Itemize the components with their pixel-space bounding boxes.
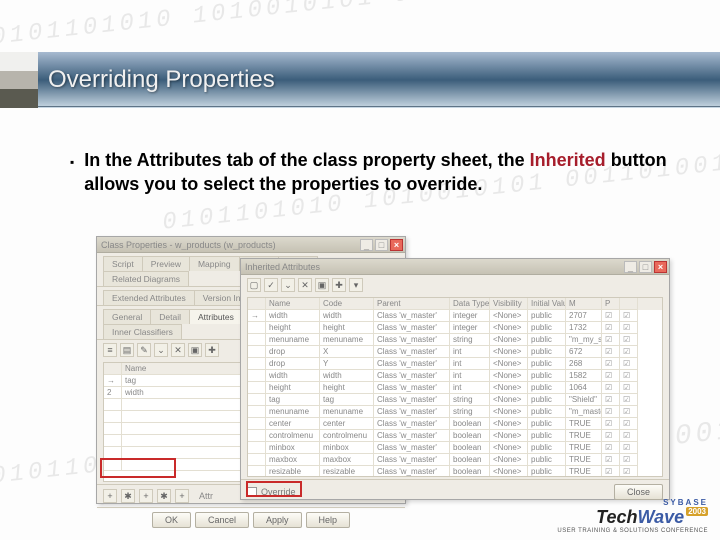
table-row[interactable]: dropXClass 'w_master'int<None>public672 [248, 346, 662, 358]
tab-preview[interactable]: Preview [142, 256, 190, 271]
table-row[interactable]: widthwidthClass 'w_master'int<None>publi… [248, 370, 662, 382]
titlebar-inherited[interactable]: Inherited Attributes _ □ × [241, 259, 669, 275]
tool-r-4[interactable]: ✕ [298, 278, 312, 292]
col-visibility: Visibility [490, 298, 528, 310]
table-row[interactable]: resizableresizableClass 'w_master'boolea… [248, 466, 662, 477]
col-name: Name [266, 298, 320, 310]
col-m: M [566, 298, 602, 310]
window-title: Class Properties - w_products (w_product… [101, 240, 276, 250]
bullet-icon: ▪ [70, 148, 74, 197]
cancel-button[interactable]: Cancel [195, 512, 249, 528]
tool-icon-2[interactable]: ▤ [120, 343, 134, 357]
tab-script[interactable]: Script [103, 256, 143, 271]
nav-btn-1[interactable]: + [103, 489, 117, 503]
bg-binary-tl: 0101101010 1010010101 0011010011 [0, 0, 579, 52]
col-code: Code [320, 298, 374, 310]
table-row[interactable]: →widthwidthClass 'w_master'integer<None>… [248, 310, 662, 322]
minimize-button[interactable]: _ [624, 261, 637, 273]
slide-title-bar: Overriding Properties [0, 52, 720, 108]
titlebar-class-props[interactable]: Class Properties - w_products (w_product… [97, 237, 405, 253]
tool-icon-1[interactable]: ≡ [103, 343, 117, 357]
table-row[interactable]: controlmenucontrolmenuClass 'w_master'bo… [248, 430, 662, 442]
table-row[interactable]: heightheightClass 'w_master'int<None>pub… [248, 382, 662, 394]
tab-inner-classifiers[interactable]: Inner Classifiers [103, 324, 182, 339]
footer-label: Attr [199, 491, 213, 501]
nav-btn-5[interactable]: + [175, 489, 189, 503]
tool-r-7[interactable]: ▾ [349, 278, 363, 292]
table-row[interactable]: centercenterClass 'w_master'boolean<None… [248, 418, 662, 430]
col-p: P [602, 298, 620, 310]
tab-attributes[interactable]: Attributes [189, 309, 243, 324]
table-row[interactable]: dropYClass 'w_master'int<None>public268 [248, 358, 662, 370]
col-datatype: Data Type [450, 298, 490, 310]
slide-title: Overriding Properties [38, 66, 275, 94]
window-title-inherited: Inherited Attributes [245, 262, 320, 272]
tab-ext-attrs[interactable]: Extended Attributes [103, 290, 195, 305]
table-row[interactable]: tagtagClass 'w_master'string<None>public… [248, 394, 662, 406]
strip-left-accent [0, 52, 38, 108]
table-row[interactable]: menunamemenunameClass 'w_master'string<N… [248, 406, 662, 418]
tab-related-diagrams[interactable]: Related Diagrams [103, 271, 189, 286]
ok-button[interactable]: OK [152, 512, 191, 528]
table-row[interactable]: heightheightClass 'w_master'integer<None… [248, 322, 662, 334]
table-row[interactable]: menunamemenunameClass 'w_master'string<N… [248, 334, 662, 346]
nav-btn-4[interactable]: ✱ [157, 489, 171, 503]
toolbar-inherited: ▢ ✓ ⌄ ✕ ▣ ✚ ▾ [241, 275, 669, 295]
bullet-keyword: Inherited [530, 150, 606, 170]
tool-r-2[interactable]: ✓ [264, 278, 278, 292]
close-icon[interactable]: × [390, 239, 403, 251]
col-marker [104, 363, 122, 375]
sybase-techwave-logo: SYBASE TechWave2003 USER TRAINING & SOLU… [557, 498, 708, 534]
tool-r-6[interactable]: ✚ [332, 278, 346, 292]
tool-icon-6[interactable]: ▣ [188, 343, 202, 357]
header-underline [38, 106, 720, 107]
slide-body: ▪ In the Attributes tab of the class pro… [70, 148, 680, 197]
table-row[interactable]: maxboxmaxboxClass 'w_master'boolean<None… [248, 454, 662, 466]
tool-icon-5[interactable]: ✕ [171, 343, 185, 357]
nav-btn-3[interactable]: + [139, 489, 153, 503]
dialog-buttons: OK Cancel Apply Help [97, 507, 405, 532]
maximize-button[interactable]: □ [375, 239, 388, 251]
close-icon[interactable]: × [654, 261, 667, 273]
col-initial: Initial Value [528, 298, 566, 310]
col-parent: Parent [374, 298, 450, 310]
tool-icon-7[interactable]: ✚ [205, 343, 219, 357]
bullet-text: In the Attributes tab of the class prope… [84, 148, 680, 197]
tool-icon-3[interactable]: ✎ [137, 343, 151, 357]
tab-mapping[interactable]: Mapping [189, 256, 240, 271]
inherited-attributes-window: Inherited Attributes _ □ × ▢ ✓ ⌄ ✕ ▣ ✚ ▾… [240, 258, 670, 500]
minimize-button[interactable]: _ [360, 239, 373, 251]
tab-general[interactable]: General [103, 309, 151, 324]
tool-r-1[interactable]: ▢ [247, 278, 261, 292]
help-button[interactable]: Help [306, 512, 351, 528]
tab-detail[interactable]: Detail [150, 309, 190, 324]
apply-button[interactable]: Apply [253, 512, 302, 528]
tool-r-5[interactable]: ▣ [315, 278, 329, 292]
tool-icon-4[interactable]: ⌄ [154, 343, 168, 357]
maximize-button[interactable]: □ [639, 261, 652, 273]
table-row[interactable]: minboxminboxClass 'w_master'boolean<None… [248, 442, 662, 454]
nav-btn-2[interactable]: ✱ [121, 489, 135, 503]
tool-r-3[interactable]: ⌄ [281, 278, 295, 292]
inherited-grid[interactable]: Name Code Parent Data Type Visibility In… [247, 297, 663, 477]
override-checkbox[interactable]: Override [247, 487, 296, 497]
